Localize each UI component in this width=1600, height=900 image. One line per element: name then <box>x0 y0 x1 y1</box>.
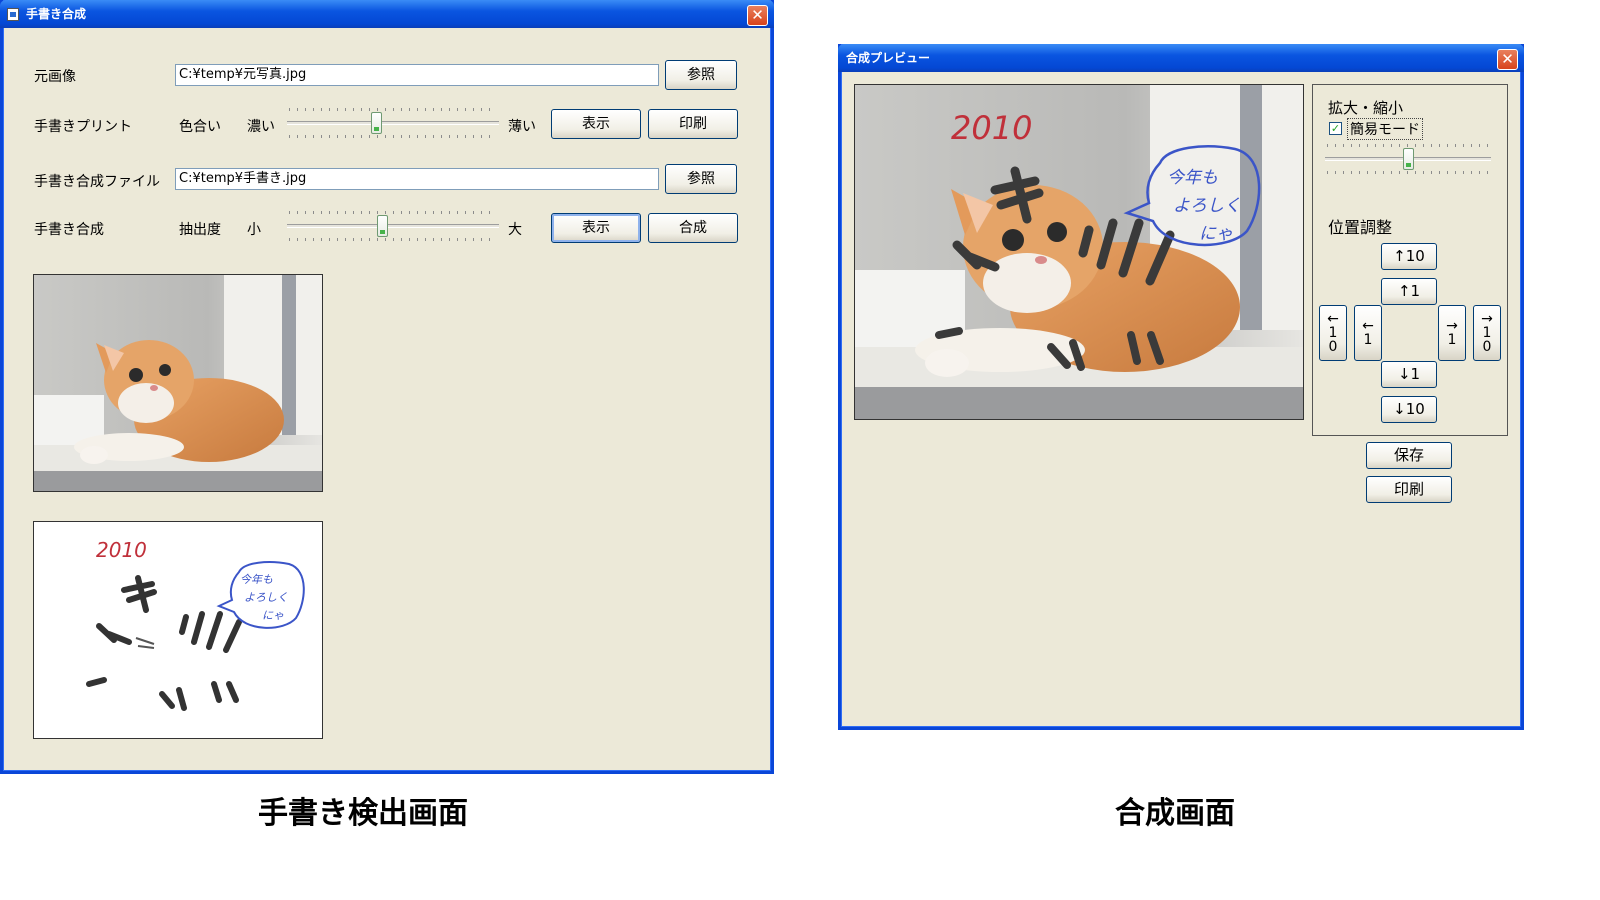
print-button[interactable]: 印刷 <box>648 109 738 139</box>
right-caption: 合成画面 <box>1115 796 1235 831</box>
handwriting-compose-label: 手書き合成 <box>34 222 104 238</box>
handwriting-window: 手書き合成 ✕ 元画像 C:¥temp¥元写真.jpg 参照 手書きプリント 色… <box>0 0 774 774</box>
slider-ticks <box>289 135 497 138</box>
move-left-1-button[interactable]: ← 1 <box>1354 305 1382 361</box>
slider-ticks <box>289 238 497 241</box>
move-right-10-button[interactable]: → 1 0 <box>1473 305 1501 361</box>
compose-show-button[interactable]: 表示 <box>551 213 641 243</box>
adjust-panel: 拡大・縮小 ✓ 簡易モード 位置調整 ↑10 ↑1 ← 1 0 ← 1 → 1 … <box>1312 84 1508 436</box>
simple-mode-label: 簡易モード <box>1347 118 1423 140</box>
source-path-field[interactable]: C:¥temp¥元写真.jpg <box>175 64 659 86</box>
color-slider[interactable] <box>287 105 499 141</box>
handwriting-path-field[interactable]: C:¥temp¥手書き.jpg <box>175 168 659 190</box>
handwriting-print-label: 手書きプリント <box>34 119 132 135</box>
extract-slider[interactable] <box>287 208 499 244</box>
preview-window-titlebar[interactable]: 合成プレビュー ✕ <box>838 44 1524 72</box>
arrow-right-icon: → <box>1481 311 1493 327</box>
move-left-10-button[interactable]: ← 1 0 <box>1319 305 1347 361</box>
preview-window: 合成プレビュー ✕ 2010 今年も よろしく にゃ 拡大・縮小 ✓ 簡易モード… <box>838 44 1524 730</box>
bubble-text-line3: にゃ <box>1199 224 1233 244</box>
extract-label: 抽出度 <box>179 222 221 238</box>
slider-track <box>287 121 499 125</box>
slider-track <box>287 224 499 228</box>
kitten-photo-image <box>34 275 322 491</box>
source-browse-button[interactable]: 参照 <box>665 60 737 90</box>
digit: 1 <box>1363 332 1373 348</box>
bubble-text-line2: よろしく <box>244 591 288 604</box>
left-caption: 手書き検出画面 <box>258 796 468 831</box>
digit: 1 <box>1447 332 1457 348</box>
zoom-label: 拡大・縮小 <box>1328 99 1404 117</box>
move-up-1-button[interactable]: ↑1 <box>1381 278 1437 305</box>
bubble-text-line3: にゃ <box>262 609 284 622</box>
handwriting-window-titlebar[interactable]: 手書き合成 ✕ <box>0 0 774 28</box>
move-down-10-button[interactable]: ↓10 <box>1381 396 1437 423</box>
bubble-text-line2: よろしく <box>1173 196 1241 216</box>
dark-label: 濃い <box>247 119 275 135</box>
slider-ticks <box>289 108 497 111</box>
slider-ticks <box>1327 144 1489 147</box>
print-show-button[interactable]: 表示 <box>551 109 641 139</box>
slider-thumb[interactable] <box>1403 148 1414 170</box>
digit: 1 <box>1328 325 1338 341</box>
app-icon <box>7 8 19 21</box>
move-down-1-button[interactable]: ↓1 <box>1381 361 1437 388</box>
zoom-slider[interactable] <box>1325 141 1491 177</box>
print-button[interactable]: 印刷 <box>1366 476 1452 503</box>
slider-thumb[interactable] <box>371 112 383 134</box>
move-right-1-button[interactable]: → 1 <box>1438 305 1466 361</box>
close-icon[interactable]: ✕ <box>1497 49 1518 70</box>
extract-large-label: 大 <box>508 222 522 238</box>
arrow-left-icon: ← <box>1327 311 1339 327</box>
composite-image <box>855 85 1303 419</box>
file-browse-button[interactable]: 参照 <box>665 164 737 194</box>
source-image-label: 元画像 <box>34 69 76 85</box>
position-label: 位置調整 <box>1328 218 1393 237</box>
window-title: 合成プレビュー <box>846 51 931 65</box>
arrow-left-icon: ← <box>1362 318 1374 334</box>
digit: 0 <box>1482 339 1492 355</box>
slider-ticks <box>1327 171 1489 174</box>
handwriting-drawing <box>86 561 305 711</box>
composite-preview: 2010 今年も よろしく にゃ <box>854 84 1304 420</box>
bubble-text-line1: 今年も <box>1167 168 1218 188</box>
window-title: 手書き合成 <box>26 7 87 21</box>
move-up-10-button[interactable]: ↑10 <box>1381 243 1437 270</box>
source-photo <box>33 274 323 492</box>
bubble-text-line1: 今年も <box>240 573 273 586</box>
slider-thumb[interactable] <box>377 215 389 237</box>
color-label: 色合い <box>179 119 221 135</box>
compose-button[interactable]: 合成 <box>648 213 738 243</box>
slider-ticks <box>289 211 497 214</box>
arrow-right-icon: → <box>1446 318 1458 334</box>
light-label: 薄い <box>508 119 536 135</box>
year-handwriting: 2010 <box>96 538 147 562</box>
extract-small-label: 小 <box>247 222 261 238</box>
close-icon[interactable]: ✕ <box>747 5 768 26</box>
digit: 0 <box>1328 339 1338 355</box>
handwriting-file-label: 手書き合成ファイル <box>34 174 160 190</box>
year-handwriting: 2010 <box>951 109 1033 147</box>
save-button[interactable]: 保存 <box>1366 442 1452 469</box>
digit: 1 <box>1482 325 1492 341</box>
simple-mode-checkbox[interactable]: ✓ <box>1329 122 1342 135</box>
handwriting-image: 2010 今年も よろしく にゃ <box>33 521 323 739</box>
